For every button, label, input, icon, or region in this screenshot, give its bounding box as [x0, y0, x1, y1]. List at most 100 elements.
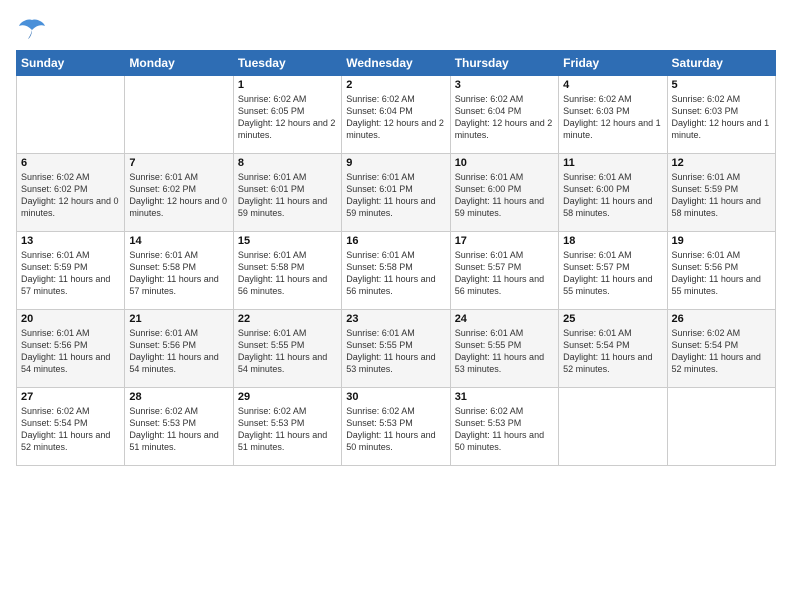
calendar-cell: 21Sunrise: 6:01 AM Sunset: 5:56 PM Dayli… — [125, 310, 233, 388]
calendar-cell: 2 Sunrise: 6:02 AM Sunset: 6:04 PM Daylig… — [342, 76, 450, 154]
day-number: 31 — [455, 391, 554, 403]
weekday-header: Tuesday — [233, 51, 341, 76]
day-number: 8 — [238, 157, 337, 169]
day-info: Sunrise: 6:01 AM Sunset: 6:00 PM Dayligh… — [455, 171, 554, 220]
day-info: Sunrise: 6:01 AM Sunset: 5:59 PM Dayligh… — [672, 171, 771, 220]
calendar-cell — [17, 76, 125, 154]
calendar-cell: 4 Sunrise: 6:02 AM Sunset: 6:03 PM Daylig… — [559, 76, 667, 154]
calendar-week-row: 27 Sunrise: 6:02 AM Sunset: 5:54 PM Dayli… — [17, 388, 776, 466]
day-info: Sunrise: 6:02 AM Sunset: 6:04 PM Dayligh… — [455, 93, 554, 142]
day-info: Sunrise: 6:01 AM Sunset: 5:54 PM Dayligh… — [563, 327, 662, 376]
header — [16, 16, 776, 40]
calendar-cell: 14 Sunrise: 6:01 AM Sunset: 5:58 PM Dayli… — [125, 232, 233, 310]
calendar-cell — [125, 76, 233, 154]
weekday-header: Wednesday — [342, 51, 450, 76]
day-info: Sunrise: 6:02 AM Sunset: 6:05 PM Dayligh… — [238, 93, 337, 142]
calendar-cell: 12 Sunrise: 6:01 AM Sunset: 5:59 PM Dayli… — [667, 154, 775, 232]
day-info: Sunrise: 6:02 AM Sunset: 6:02 PM Dayligh… — [21, 171, 120, 220]
calendar-cell — [559, 388, 667, 466]
day-number: 11 — [563, 157, 662, 169]
weekday-header: Monday — [125, 51, 233, 76]
day-info: Sunrise: 6:01 AM Sunset: 6:01 PM Dayligh… — [238, 171, 337, 220]
calendar-cell: 10Sunrise: 6:01 AM Sunset: 6:00 PM Dayli… — [450, 154, 558, 232]
calendar-cell: 7Sunrise: 6:01 AM Sunset: 6:02 PM Daylig… — [125, 154, 233, 232]
calendar-cell: 17 Sunrise: 6:01 AM Sunset: 5:57 PM Dayli… — [450, 232, 558, 310]
calendar-cell: 19 Sunrise: 6:01 AM Sunset: 5:56 PM Dayli… — [667, 232, 775, 310]
day-number: 5 — [672, 79, 771, 91]
day-number: 25 — [563, 313, 662, 325]
calendar-cell: 20Sunrise: 6:01 AM Sunset: 5:56 PM Dayli… — [17, 310, 125, 388]
calendar-cell: 5 Sunrise: 6:02 AM Sunset: 6:03 PM Daylig… — [667, 76, 775, 154]
day-number: 14 — [129, 235, 228, 247]
day-info: Sunrise: 6:02 AM Sunset: 6:04 PM Dayligh… — [346, 93, 445, 142]
day-info: Sunrise: 6:01 AM Sunset: 6:01 PM Dayligh… — [346, 171, 445, 220]
day-info: Sunrise: 6:01 AM Sunset: 5:58 PM Dayligh… — [129, 249, 228, 298]
day-number: 24 — [455, 313, 554, 325]
calendar-cell: 26 Sunrise: 6:02 AM Sunset: 5:54 PM Dayli… — [667, 310, 775, 388]
day-info: Sunrise: 6:02 AM Sunset: 6:03 PM Dayligh… — [672, 93, 771, 142]
day-info: Sunrise: 6:02 AM Sunset: 5:53 PM Dayligh… — [238, 405, 337, 454]
day-number: 19 — [672, 235, 771, 247]
day-info: Sunrise: 6:01 AM Sunset: 5:55 PM Dayligh… — [455, 327, 554, 376]
calendar-cell: 23Sunrise: 6:01 AM Sunset: 5:55 PM Dayli… — [342, 310, 450, 388]
day-number: 4 — [563, 79, 662, 91]
day-info: Sunrise: 6:01 AM Sunset: 5:57 PM Dayligh… — [455, 249, 554, 298]
day-info: Sunrise: 6:02 AM Sunset: 6:03 PM Dayligh… — [563, 93, 662, 142]
day-info: Sunrise: 6:01 AM Sunset: 6:00 PM Dayligh… — [563, 171, 662, 220]
calendar-week-row: 6 Sunrise: 6:02 AM Sunset: 6:02 PM Daylig… — [17, 154, 776, 232]
day-number: 30 — [346, 391, 445, 403]
calendar-cell: 31 Sunrise: 6:02 AM Sunset: 5:53 PM Dayli… — [450, 388, 558, 466]
day-info: Sunrise: 6:02 AM Sunset: 5:53 PM Dayligh… — [455, 405, 554, 454]
calendar-cell: 18 Sunrise: 6:01 AM Sunset: 5:57 PM Dayli… — [559, 232, 667, 310]
day-info: Sunrise: 6:01 AM Sunset: 5:56 PM Dayligh… — [672, 249, 771, 298]
calendar-cell: 9 Sunrise: 6:01 AM Sunset: 6:01 PM Daylig… — [342, 154, 450, 232]
day-number: 13 — [21, 235, 120, 247]
day-info: Sunrise: 6:01 AM Sunset: 5:58 PM Dayligh… — [346, 249, 445, 298]
day-number: 17 — [455, 235, 554, 247]
calendar-cell: 11 Sunrise: 6:01 AM Sunset: 6:00 PM Dayli… — [559, 154, 667, 232]
calendar-cell: 29Sunrise: 6:02 AM Sunset: 5:53 PM Dayli… — [233, 388, 341, 466]
calendar-cell: 27 Sunrise: 6:02 AM Sunset: 5:54 PM Dayli… — [17, 388, 125, 466]
calendar-cell: 28 Sunrise: 6:02 AM Sunset: 5:53 PM Dayli… — [125, 388, 233, 466]
day-number: 1 — [238, 79, 337, 91]
day-info: Sunrise: 6:01 AM Sunset: 5:55 PM Dayligh… — [238, 327, 337, 376]
weekday-header: Saturday — [667, 51, 775, 76]
day-number: 27 — [21, 391, 120, 403]
day-info: Sunrise: 6:02 AM Sunset: 5:53 PM Dayligh… — [129, 405, 228, 454]
day-number: 28 — [129, 391, 228, 403]
calendar-cell: 16 Sunrise: 6:01 AM Sunset: 5:58 PM Dayli… — [342, 232, 450, 310]
day-number: 6 — [21, 157, 120, 169]
day-number: 18 — [563, 235, 662, 247]
calendar-cell: 30 Sunrise: 6:02 AM Sunset: 5:53 PM Dayli… — [342, 388, 450, 466]
day-number: 16 — [346, 235, 445, 247]
calendar-week-row: 13 Sunrise: 6:01 AM Sunset: 5:59 PM Dayli… — [17, 232, 776, 310]
day-number: 26 — [672, 313, 771, 325]
day-number: 12 — [672, 157, 771, 169]
day-info: Sunrise: 6:02 AM Sunset: 5:54 PM Dayligh… — [672, 327, 771, 376]
calendar-cell: 25 Sunrise: 6:01 AM Sunset: 5:54 PM Dayli… — [559, 310, 667, 388]
calendar-cell: 3 Sunrise: 6:02 AM Sunset: 6:04 PM Daylig… — [450, 76, 558, 154]
weekday-header: Sunday — [17, 51, 125, 76]
logo-bird-icon — [18, 16, 46, 40]
calendar-cell: 13 Sunrise: 6:01 AM Sunset: 5:59 PM Dayli… — [17, 232, 125, 310]
day-info: Sunrise: 6:02 AM Sunset: 5:53 PM Dayligh… — [346, 405, 445, 454]
day-info: Sunrise: 6:01 AM Sunset: 6:02 PM Dayligh… — [129, 171, 228, 220]
weekday-header-row: SundayMondayTuesdayWednesdayThursdayFrid… — [17, 51, 776, 76]
day-number: 21 — [129, 313, 228, 325]
calendar-week-row: 1 Sunrise: 6:02 AM Sunset: 6:05 PM Daylig… — [17, 76, 776, 154]
day-number: 15 — [238, 235, 337, 247]
day-number: 9 — [346, 157, 445, 169]
page: SundayMondayTuesdayWednesdayThursdayFrid… — [0, 0, 792, 612]
calendar-week-row: 20Sunrise: 6:01 AM Sunset: 5:56 PM Dayli… — [17, 310, 776, 388]
day-number: 2 — [346, 79, 445, 91]
day-info: Sunrise: 6:01 AM Sunset: 5:58 PM Dayligh… — [238, 249, 337, 298]
day-number: 22 — [238, 313, 337, 325]
calendar-cell: 6 Sunrise: 6:02 AM Sunset: 6:02 PM Daylig… — [17, 154, 125, 232]
day-number: 3 — [455, 79, 554, 91]
calendar-cell: 1 Sunrise: 6:02 AM Sunset: 6:05 PM Daylig… — [233, 76, 341, 154]
calendar-cell: 24 Sunrise: 6:01 AM Sunset: 5:55 PM Dayli… — [450, 310, 558, 388]
day-info: Sunrise: 6:01 AM Sunset: 5:57 PM Dayligh… — [563, 249, 662, 298]
calendar-cell: 8 Sunrise: 6:01 AM Sunset: 6:01 PM Daylig… — [233, 154, 341, 232]
day-info: Sunrise: 6:01 AM Sunset: 5:59 PM Dayligh… — [21, 249, 120, 298]
day-info: Sunrise: 6:02 AM Sunset: 5:54 PM Dayligh… — [21, 405, 120, 454]
